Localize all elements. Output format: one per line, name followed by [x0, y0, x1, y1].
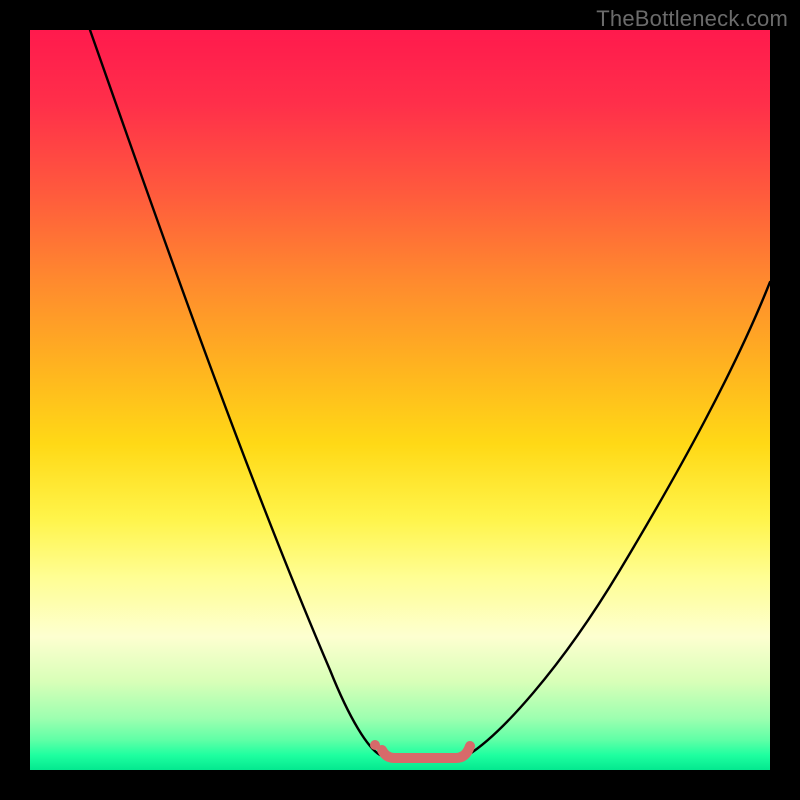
bottleneck-fit-curve [30, 30, 770, 770]
chart-frame: TheBottleneck.com [0, 0, 800, 800]
watermark-text: TheBottleneck.com [596, 6, 788, 32]
plot-area [30, 30, 770, 770]
